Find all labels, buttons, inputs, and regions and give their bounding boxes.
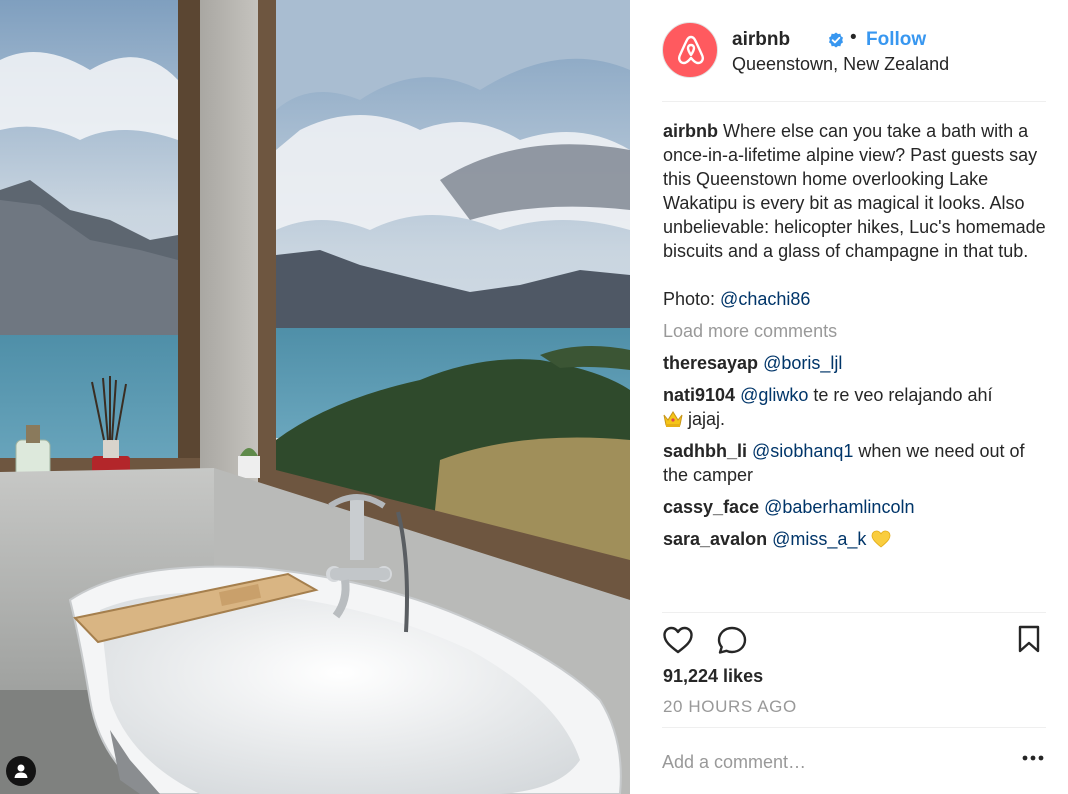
comment-item: sadhbh_li @siobhanq1 when we need out of…: [663, 439, 1053, 487]
follow-button[interactable]: Follow: [866, 29, 926, 51]
post-timestamp[interactable]: 20 HOURS AGO: [663, 697, 797, 717]
heart-icon[interactable]: [662, 625, 694, 655]
person-tag-icon: [14, 764, 28, 778]
bookmark-icon[interactable]: [1016, 625, 1042, 653]
avatar[interactable]: [662, 22, 718, 78]
comment-mention[interactable]: @boris_ljl: [763, 353, 842, 373]
location-link[interactable]: Queenstown, New Zealand: [732, 54, 949, 75]
comment-username[interactable]: sara_avalon: [663, 529, 767, 549]
comment-item: cassy_face @baberhamlincoln: [663, 495, 1053, 519]
comment-bubble-icon[interactable]: [716, 625, 748, 655]
header-username[interactable]: airbnb: [732, 29, 790, 51]
caption-username[interactable]: airbnb: [663, 121, 718, 141]
photo-credit-mention[interactable]: @chachi86: [720, 289, 810, 309]
tag-people-button[interactable]: [6, 756, 36, 786]
caption: airbnb Where else can you take a bath wi…: [663, 119, 1053, 263]
yellow-heart-emoji-icon: [872, 530, 891, 548]
add-comment-input[interactable]: [662, 752, 1002, 773]
comment-text-tail: jajaj.: [683, 409, 726, 429]
bathroom-lake-view-image: [0, 0, 630, 794]
post-header: airbnb • Follow Queenstown, New Zealand: [662, 22, 1046, 102]
post-side-panel: airbnb • Follow Queenstown, New Zealand …: [630, 0, 1068, 794]
airbnb-logo-icon: [678, 35, 704, 65]
caption-text: Where else can you take a bath with a on…: [663, 121, 1046, 261]
comment-mention[interactable]: @siobhanq1: [752, 441, 853, 461]
comment-item: theresayap @boris_ljl: [663, 351, 1053, 375]
action-bar: [662, 612, 1046, 672]
comment-mention[interactable]: @baberhamlincoln: [764, 497, 914, 517]
comment-username[interactable]: theresayap: [663, 353, 758, 373]
crown-emoji-icon: [663, 411, 683, 427]
post-photo[interactable]: [0, 0, 630, 794]
more-options-icon[interactable]: [1022, 754, 1044, 762]
load-more-comments-button[interactable]: Load more comments: [663, 319, 1053, 343]
comment-username[interactable]: nati9104: [663, 385, 735, 405]
comment-item: sara_avalon @miss_a_k: [663, 527, 1053, 551]
comment-username[interactable]: cassy_face: [663, 497, 759, 517]
add-comment-row: [662, 727, 1046, 794]
verified-badge-icon: [829, 32, 843, 48]
header-separator: •: [850, 27, 857, 48]
comment-mention[interactable]: @miss_a_k: [772, 529, 866, 549]
photo-credit: Photo: @chachi86: [663, 287, 1053, 311]
comment-item: nati9104 @gliwko te re veo relajando ahí…: [663, 383, 1053, 431]
comment-mention[interactable]: @gliwko: [740, 385, 808, 405]
likes-count[interactable]: 91,224 likes: [663, 666, 763, 687]
comment-text: te re veo relajando ahí: [808, 385, 993, 405]
comments-list: airbnb Where else can you take a bath wi…: [663, 119, 1053, 559]
comment-username[interactable]: sadhbh_li: [663, 441, 747, 461]
photo-credit-label: Photo:: [663, 289, 721, 309]
